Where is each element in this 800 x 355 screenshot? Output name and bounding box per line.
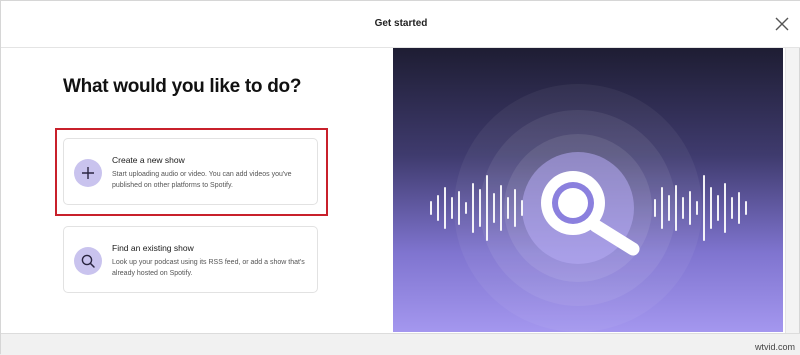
illustration-panel [393, 48, 783, 332]
option-description: Start uploading audio or video. You can … [112, 171, 292, 189]
find-existing-show-option[interactable]: Find an existing show Look up your podca… [63, 226, 318, 293]
option-title: Create a new show [112, 155, 185, 165]
options-panel: What would you like to do? Create a new … [1, 48, 393, 333]
get-started-modal: Get started What would you like to do? C… [0, 0, 800, 355]
search-icon [74, 247, 102, 275]
modal-title: Get started [374, 18, 428, 29]
close-icon[interactable] [775, 17, 789, 31]
plus-icon [74, 159, 102, 187]
podcast-search-illustration [430, 84, 747, 332]
bottom-strip: wtvid.com [1, 333, 800, 355]
modal-header: Get started [1, 1, 800, 48]
page-heading: What would you like to do? [63, 76, 302, 97]
watermark: wtvid.com [754, 342, 795, 352]
scrollbar[interactable] [785, 48, 799, 333]
option-title: Find an existing show [112, 243, 194, 253]
option-description: Look up your podcast using its RSS feed,… [112, 259, 305, 277]
create-new-show-option[interactable]: Create a new show Start uploading audio … [63, 138, 318, 205]
